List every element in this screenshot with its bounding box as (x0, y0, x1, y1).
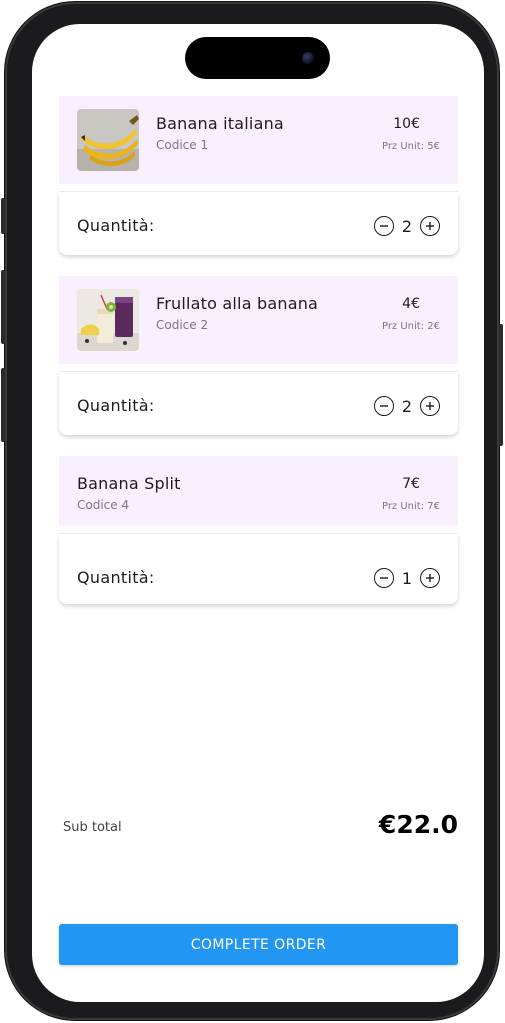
quantity-stepper: 1 (374, 566, 440, 590)
dynamic-island (185, 37, 330, 79)
product-name: Banana Split (77, 474, 181, 493)
plus-circle-icon (426, 574, 434, 582)
quantity-label: Quantità: (77, 216, 155, 235)
quantity-label: Quantità: (77, 568, 155, 587)
minus-circle-icon (380, 225, 388, 227)
action-button (1, 198, 5, 234)
increment-button[interactable] (420, 216, 440, 236)
subtotal-label: Sub total (63, 820, 122, 835)
product-price: 10€ (393, 116, 420, 132)
quantity-value: 2 (401, 216, 413, 236)
product-name: Banana italiana (156, 114, 284, 133)
subtotal-value: €22.0 (378, 810, 458, 839)
plus-circle-icon (426, 402, 434, 410)
unit-price: Prz Unit: 5€ (381, 141, 440, 152)
power-button (499, 324, 503, 446)
quantity-row: Quantità: 1 (59, 534, 458, 604)
cart-item-header: Banana italiana Codice 1 10€ Prz Unit: 5… (59, 96, 458, 184)
front-camera (302, 52, 314, 64)
decrement-button[interactable] (374, 216, 394, 236)
quantity-row: Quantità: 2 (59, 372, 458, 435)
increment-button[interactable] (420, 568, 440, 588)
unit-price: Prz Unit: 7€ (381, 501, 440, 512)
product-price: 7€ (402, 476, 420, 492)
cart-item-header: Banana Split Codice 4 7€ Prz Unit: 7€ (59, 456, 458, 526)
decrement-button[interactable] (374, 396, 394, 416)
quantity-stepper: 2 (374, 394, 440, 418)
phone-frame: Banana italiana Codice 1 10€ Prz Unit: 5… (1, 2, 503, 1020)
quantity-value: 1 (401, 568, 413, 588)
complete-order-button[interactable]: COMPLETE ORDER (59, 924, 458, 965)
quantity-value: 2 (401, 396, 413, 416)
quantity-stepper: 2 (374, 214, 440, 238)
volume-down-button (1, 368, 5, 442)
plus-circle-icon (426, 222, 434, 230)
cart-item-header: Frullato alla banana Codice 2 4€ Prz Uni… (59, 276, 458, 364)
product-price: 4€ (402, 296, 420, 312)
decrement-button[interactable] (374, 568, 394, 588)
quantity-row: Quantità: 2 (59, 192, 458, 255)
product-code: Codice 4 (77, 498, 130, 512)
minus-circle-icon (380, 577, 388, 579)
increment-button[interactable] (420, 396, 440, 416)
app-screen: Banana italiana Codice 1 10€ Prz Unit: 5… (32, 24, 484, 1002)
volume-up-button (1, 270, 5, 344)
quantity-label: Quantità: (77, 396, 155, 415)
product-code: Codice 2 (156, 318, 209, 332)
product-image-smoothie (77, 289, 139, 351)
product-image-bananas (77, 109, 139, 171)
minus-circle-icon (380, 405, 388, 407)
unit-price: Prz Unit: 2€ (381, 321, 440, 332)
product-name: Frullato alla banana (156, 294, 319, 313)
product-code: Codice 1 (156, 138, 209, 152)
